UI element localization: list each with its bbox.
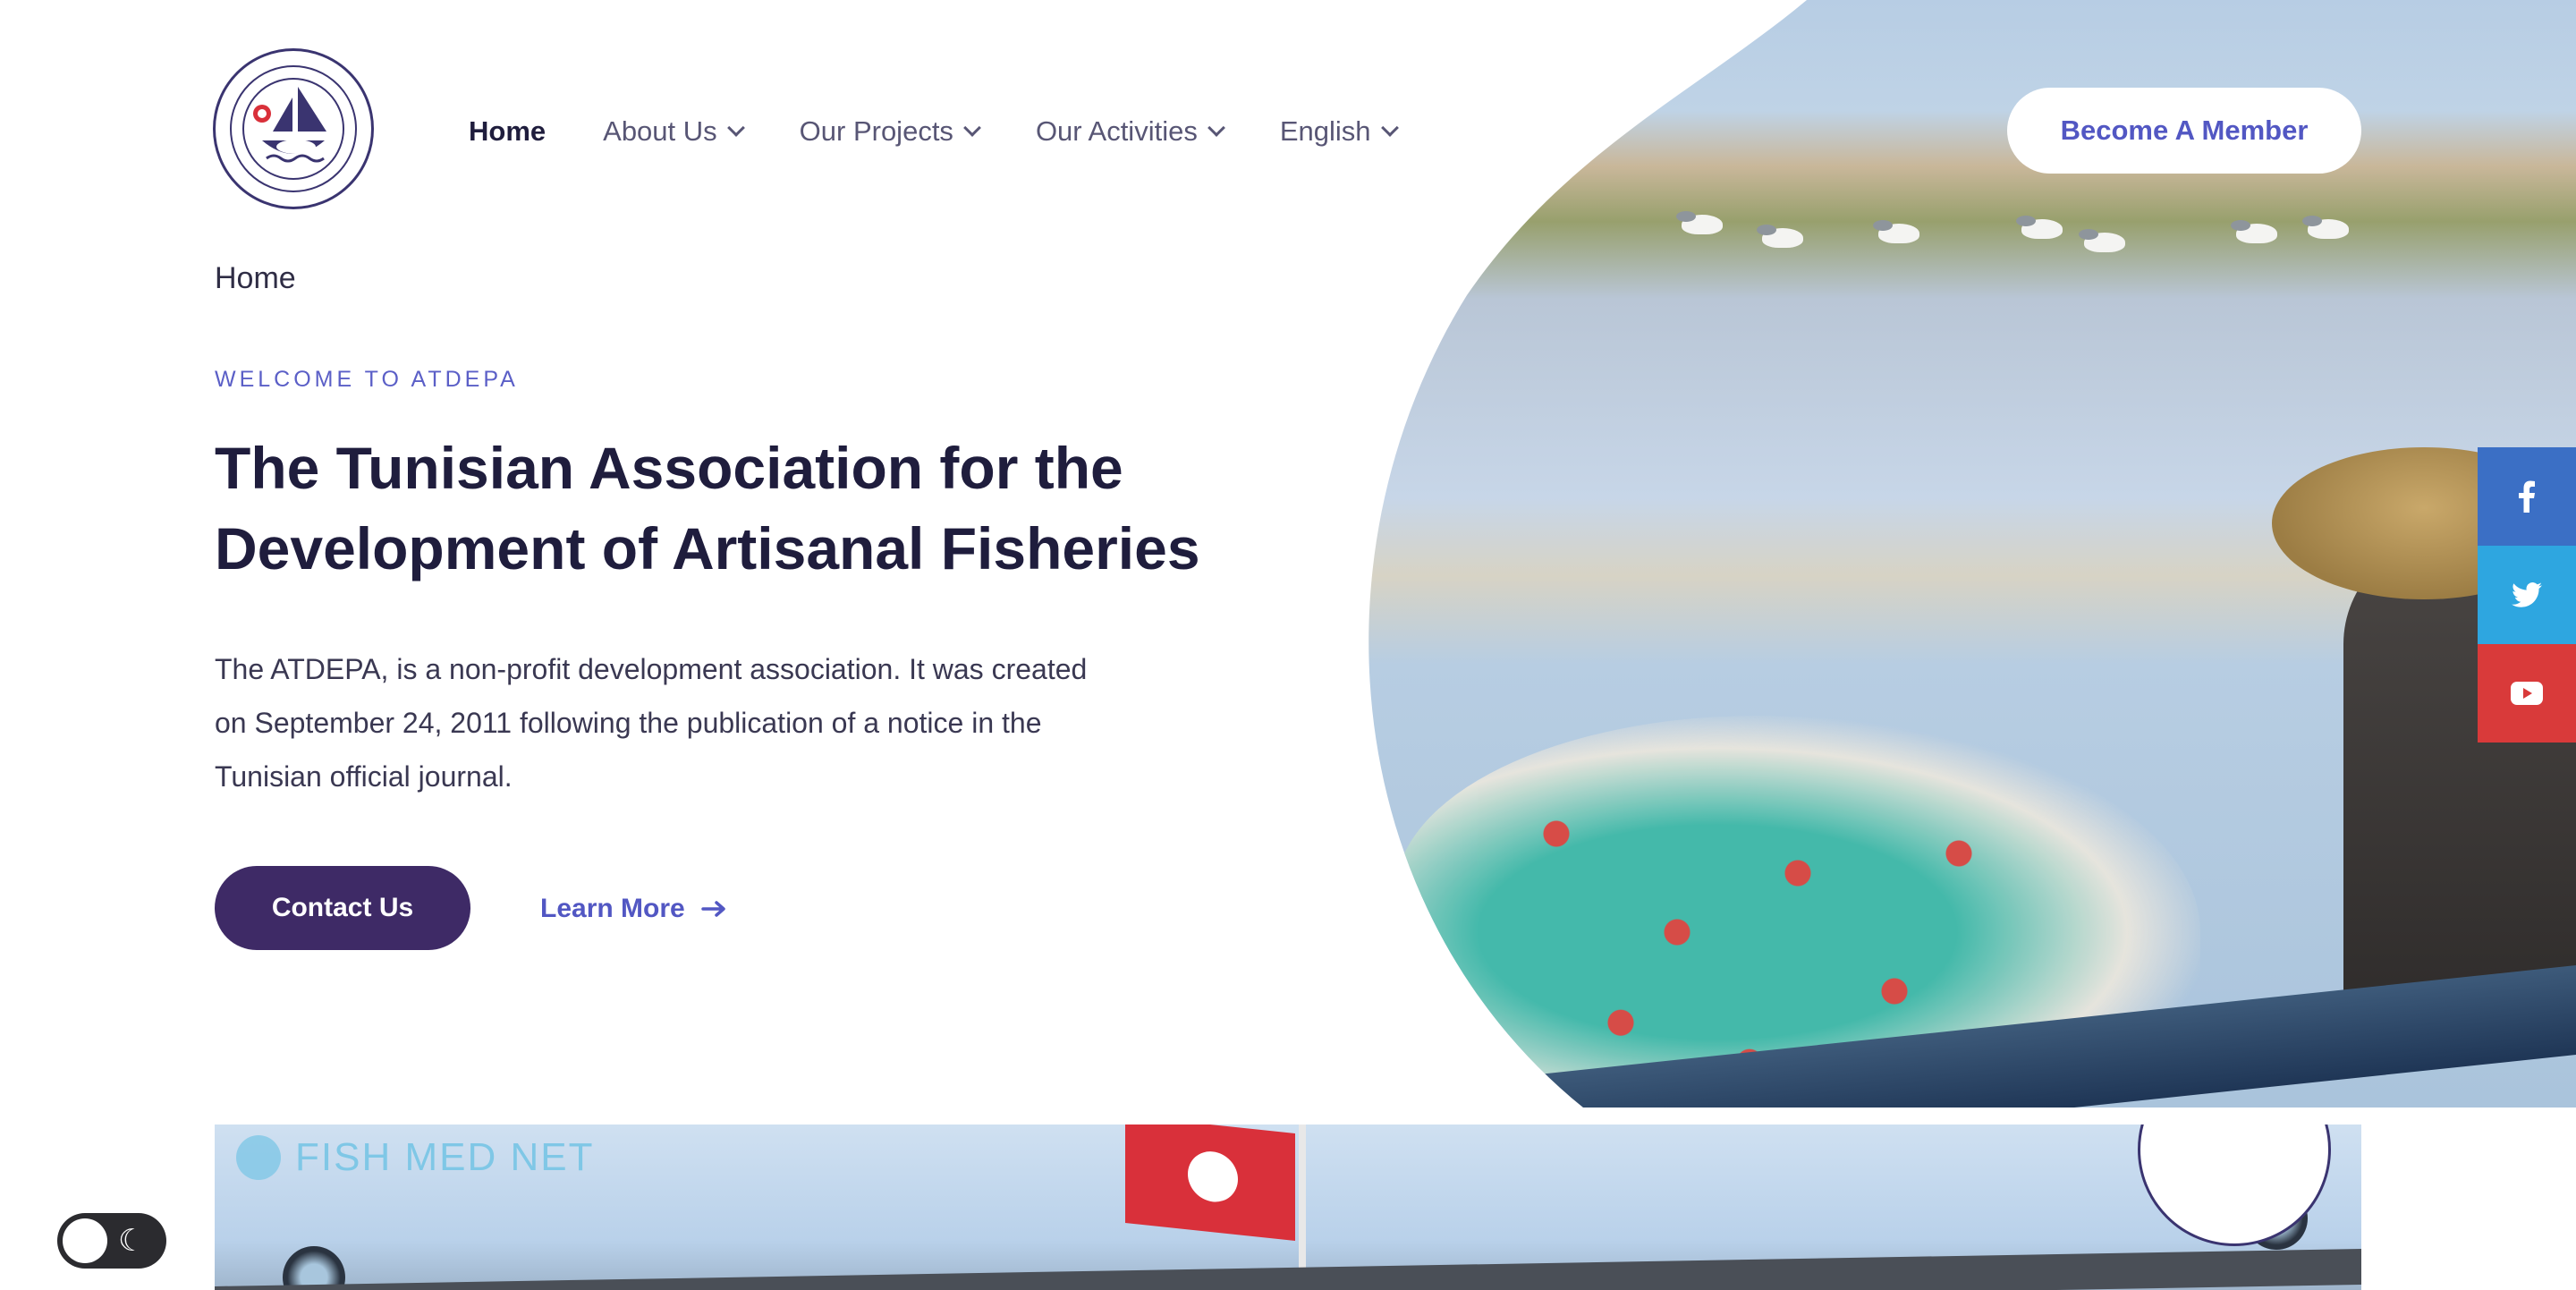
project-banner[interactable]: FISH MED NET xyxy=(215,1125,2361,1290)
chevron-down-icon xyxy=(1207,119,1225,137)
youtube-link[interactable] xyxy=(2478,644,2576,743)
facebook-icon xyxy=(2519,480,2535,513)
gull xyxy=(1878,224,1919,243)
boat-rail xyxy=(215,1249,2361,1290)
contact-us-button[interactable]: Contact Us xyxy=(215,866,470,950)
hero-description: The ATDEPA, is a non-profit development … xyxy=(215,653,1088,793)
hero-image xyxy=(1342,0,2576,1108)
learn-more-label: Learn More xyxy=(540,894,685,923)
fish-boat-emblem-icon xyxy=(230,65,357,192)
page-title: The Tunisian Association for the Develop… xyxy=(215,435,1200,581)
breadcrumb[interactable]: Home xyxy=(215,261,296,296)
toggle-knob xyxy=(63,1218,107,1263)
social-sidebar xyxy=(2478,447,2576,743)
gull xyxy=(2084,233,2125,252)
gull xyxy=(1682,215,1723,234)
language-label: English xyxy=(1279,115,1371,147)
chevron-down-icon xyxy=(1380,119,1399,137)
main-nav: Home About Us Our Projects Our Activitie… xyxy=(469,109,1399,154)
facebook-link[interactable] xyxy=(2478,447,2576,546)
gull xyxy=(1762,228,1803,248)
nav-home-label: Home xyxy=(469,115,547,147)
chevron-down-icon xyxy=(726,119,745,137)
chevron-down-icon xyxy=(963,119,981,137)
banner-title: FISH MED NET xyxy=(295,1135,595,1179)
banner-label: FISH MED NET xyxy=(236,1135,594,1180)
handshake-icon xyxy=(236,1135,281,1180)
nav-about-us-label: About Us xyxy=(603,115,717,147)
theme-toggle[interactable]: ☾ xyxy=(57,1213,166,1269)
arrow-right-icon xyxy=(700,901,725,917)
learn-more-link[interactable]: Learn More xyxy=(540,891,728,927)
nav-our-activities-label: Our Activities xyxy=(1035,115,1198,147)
flag-pole xyxy=(1299,1125,1306,1290)
moon-icon: ☾ xyxy=(118,1224,146,1258)
youtube-icon xyxy=(2511,682,2543,705)
twitter-link[interactable] xyxy=(2478,546,2576,644)
nav-home[interactable]: Home xyxy=(469,115,546,148)
tunisian-flag xyxy=(1125,1125,1295,1241)
gull xyxy=(2308,219,2349,239)
nav-our-projects[interactable]: Our Projects xyxy=(799,115,981,148)
gull xyxy=(2236,224,2277,243)
gull xyxy=(2021,219,2063,239)
become-member-button[interactable]: Become A Member xyxy=(2007,88,2361,174)
site-logo[interactable] xyxy=(213,48,374,209)
language-selector[interactable]: English xyxy=(1279,115,1399,148)
nav-our-projects-label: Our Projects xyxy=(799,115,953,147)
nav-about-us[interactable]: About Us xyxy=(603,115,745,148)
twitter-icon xyxy=(2512,582,2542,607)
hero-eyebrow: WELCOME TO ATDEPA xyxy=(215,367,519,392)
nav-our-activities[interactable]: Our Activities xyxy=(1035,115,1225,148)
